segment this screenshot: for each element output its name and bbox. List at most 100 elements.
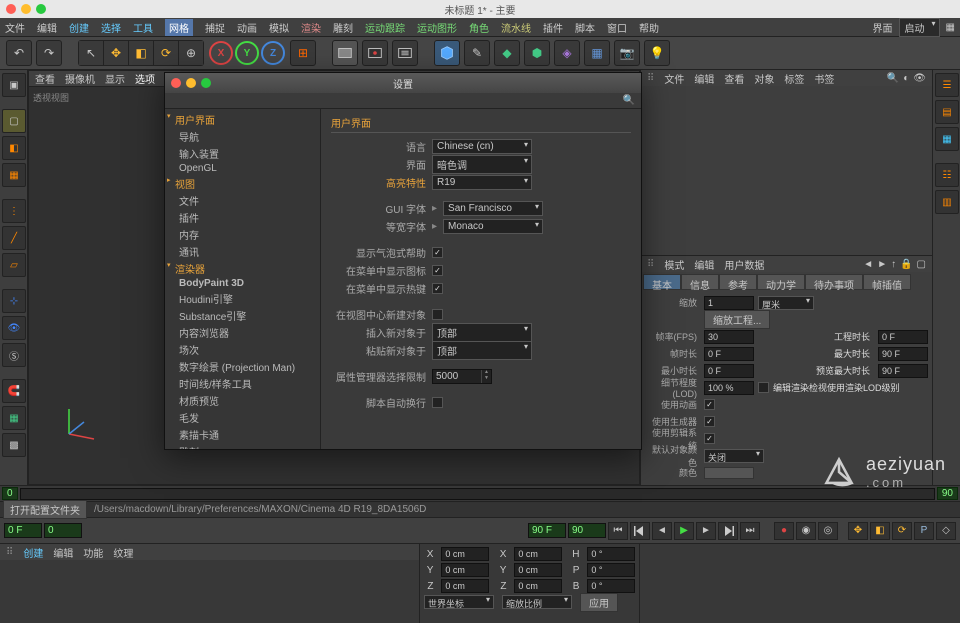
tree-node[interactable]: 通讯 (165, 243, 320, 260)
attr-tab[interactable]: 参考 (719, 274, 757, 290)
menu-icons-check[interactable] (432, 265, 443, 276)
layout-icon[interactable]: ▦ (946, 22, 955, 33)
tree-node[interactable]: 文件 (165, 192, 320, 209)
workplane-mode[interactable]: ▦ (2, 163, 26, 187)
menu-item[interactable]: 雕刻 (333, 20, 353, 35)
key-scale[interactable]: ◧ (870, 522, 890, 540)
use-gen-check[interactable] (704, 416, 715, 427)
axis-z[interactable]: Z (261, 41, 285, 65)
dialog-min-icon[interactable] (186, 78, 196, 88)
om-menu[interactable]: 对象 (754, 71, 774, 86)
om-shortcut[interactable]: ☰ (935, 73, 959, 97)
use-deform-check[interactable] (704, 433, 715, 444)
use-anim-check[interactable] (704, 399, 715, 410)
menu-item[interactable]: 网格 (165, 19, 193, 36)
snap-toggle[interactable]: Ⓢ (2, 343, 26, 367)
insert-at-dd[interactable]: 顶部 (432, 323, 532, 342)
tree-node[interactable]: 素描卡通 (165, 426, 320, 443)
om-menu[interactable]: 书签 (814, 71, 834, 86)
coord-space-dd[interactable]: 世界坐标 (424, 595, 494, 609)
texture-mode[interactable]: ◧ (2, 136, 26, 160)
pen-tool[interactable]: ✎ (464, 40, 490, 66)
nav-back[interactable]: ◄ (863, 259, 873, 270)
mat-menu[interactable]: 纹理 (113, 545, 133, 560)
poly-mode[interactable]: ▱ (2, 253, 26, 277)
menu-item[interactable]: 流水线 (501, 20, 531, 35)
am-menu[interactable]: 模式 (664, 257, 684, 272)
axis-y[interactable]: Y (235, 41, 259, 65)
next-key[interactable] (718, 522, 738, 540)
menu-item[interactable]: 创建 (69, 20, 89, 35)
new-window-icon[interactable]: ▢ (917, 259, 926, 270)
menu-item[interactable]: 运动跟踪 (365, 20, 405, 35)
tl-start[interactable]: 0 (2, 487, 18, 500)
bubble-help-check[interactable] (432, 247, 443, 258)
om-menu[interactable]: 标签 (784, 71, 804, 86)
mat-menu[interactable]: 编辑 (53, 545, 73, 560)
next-frame[interactable]: ► (696, 522, 716, 540)
tree-node[interactable]: 视图 (165, 175, 320, 192)
mono-font-dd[interactable]: Monaco (443, 219, 543, 234)
locked-wp-icon[interactable]: ▩ (2, 433, 26, 457)
rot-b[interactable]: 0 ° (587, 579, 635, 593)
menu-item[interactable]: 动画 (237, 20, 257, 35)
tree-node[interactable]: 内存 (165, 226, 320, 243)
rot-h[interactable]: 0 ° (587, 547, 635, 561)
filter-icon[interactable]: ◐ (903, 73, 909, 84)
close-icon[interactable] (6, 4, 16, 14)
magnet-icon[interactable]: 🧲 (2, 379, 26, 403)
menu-item[interactable]: 捕捉 (205, 20, 225, 35)
rot-p[interactable]: 0 ° (587, 563, 635, 577)
edge-mode[interactable]: ╱ (2, 226, 26, 250)
content-browser[interactable]: ▤ (935, 100, 959, 124)
scale-value[interactable]: 1 (704, 296, 754, 310)
nav-up[interactable]: ↑ (891, 259, 896, 270)
axis-x[interactable]: X (209, 41, 233, 65)
search-icon[interactable]: 🔍 (623, 95, 635, 106)
tree-node[interactable]: 数字绘景 (Projection Man) (165, 358, 320, 375)
menu-hotkeys-check[interactable] (432, 283, 443, 294)
apply-button[interactable]: 应用 (580, 593, 618, 612)
paste-at-dd[interactable]: 顶部 (432, 341, 532, 360)
window-controls[interactable] (6, 4, 46, 14)
size-mode-dd[interactable]: 缩放比例 (502, 595, 572, 609)
lod-check[interactable] (758, 382, 769, 393)
attr-tab[interactable]: 待办事项 (805, 274, 863, 290)
environment-icon[interactable]: ▦ (584, 40, 610, 66)
tree-node[interactable]: 用户界面 (165, 111, 320, 128)
menu-item[interactable]: 模拟 (269, 20, 289, 35)
tree-node[interactable]: 内容浏览器 (165, 324, 320, 341)
undo-button[interactable]: ↶ (6, 40, 32, 66)
scale-project-button[interactable]: 缩放工程... (704, 310, 770, 329)
render-settings[interactable] (392, 40, 418, 66)
menu-item[interactable]: 帮助 (639, 20, 659, 35)
key-rot[interactable]: ⟳ (892, 522, 912, 540)
render-pv[interactable] (362, 40, 388, 66)
script-wrap-check[interactable] (432, 397, 443, 408)
range-start[interactable]: 0 F (4, 523, 42, 538)
play-button[interactable]: ▶ (674, 522, 694, 540)
pos-z[interactable]: 0 cm (441, 579, 489, 593)
model-mode[interactable]: ▢ (2, 109, 26, 133)
camera-icon[interactable]: 📷 (614, 40, 640, 66)
tl-end[interactable]: 90 (937, 487, 958, 500)
tree-node[interactable]: OpenGL (165, 162, 320, 175)
recent-tool[interactable]: ⊕ (179, 41, 203, 65)
menu-item[interactable]: 角色 (469, 20, 489, 35)
menu-item[interactable]: 工具 (133, 20, 153, 35)
tree-node[interactable]: 场次 (165, 341, 320, 358)
menu-item[interactable]: 编辑 (37, 20, 57, 35)
tree-node[interactable]: 毛发 (165, 409, 320, 426)
menu-item[interactable]: 渲染 (301, 20, 321, 35)
menu-item[interactable]: 选择 (101, 20, 121, 35)
lod-value[interactable]: 100 % (704, 381, 754, 395)
deformer-icon[interactable]: ◈ (554, 40, 580, 66)
tree-node[interactable]: Substance引擎 (165, 307, 320, 324)
cube-primitive[interactable] (434, 40, 460, 66)
scl-y[interactable]: 0 cm (514, 563, 562, 577)
eye-icon[interactable]: 👁 (913, 73, 926, 84)
mat-menu[interactable]: 创建 (23, 545, 43, 560)
goto-end[interactable]: ⏭ (740, 522, 760, 540)
key-all[interactable]: ◎ (818, 522, 838, 540)
move-tool[interactable]: ✥ (104, 41, 128, 65)
